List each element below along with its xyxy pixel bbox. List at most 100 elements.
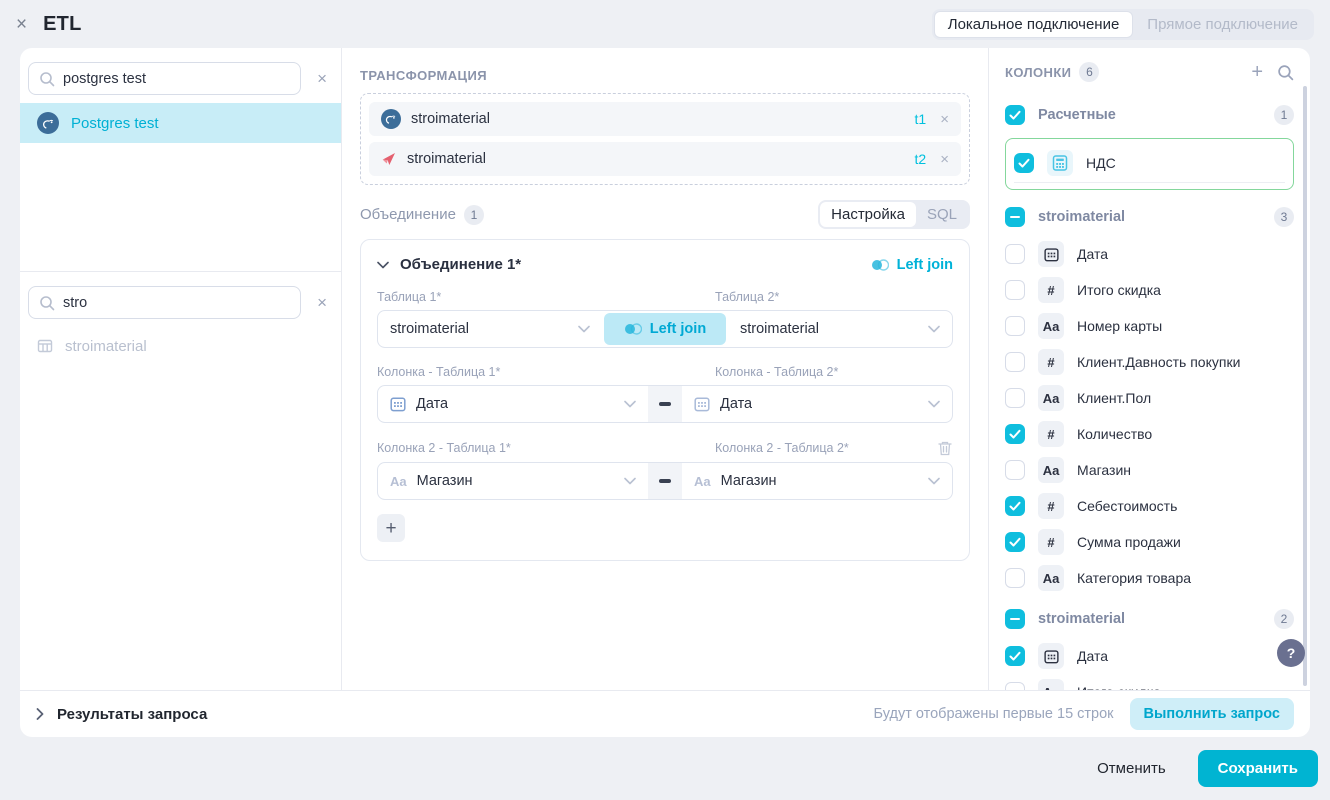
tab-direct-connection[interactable]: Прямое подключение	[1133, 11, 1312, 38]
column-checkbox-unchecked[interactable]	[1005, 244, 1025, 264]
transform-table-row-t1[interactable]: stroimaterial t1 ×	[369, 102, 961, 136]
clear-table-search-icon[interactable]: ×	[311, 293, 333, 313]
join-card-title: Объединение 1*	[400, 256, 521, 273]
tab-settings[interactable]: Настройка	[820, 202, 916, 227]
column-group-stroimaterial-2[interactable]: stroimaterial 2	[1005, 600, 1294, 638]
chevron-down-icon[interactable]	[377, 261, 389, 269]
column-checkbox-unchecked[interactable]	[1005, 352, 1025, 372]
string-type-icon: Aa	[1038, 313, 1064, 339]
cancel-button[interactable]: Отменить	[1097, 760, 1166, 777]
add-condition-button[interactable]: +	[377, 514, 405, 542]
column-checkbox-checked[interactable]	[1005, 646, 1025, 666]
column-checkbox-unchecked[interactable]	[1005, 568, 1025, 588]
run-query-button[interactable]: Выполнить запрос	[1130, 698, 1294, 730]
column-item[interactable]: # Сумма продажи	[1005, 524, 1294, 560]
column-item[interactable]: Aa Магазин	[1005, 452, 1294, 488]
group-label: Расчетные	[1038, 107, 1116, 123]
clear-connection-search-icon[interactable]: ×	[311, 69, 333, 89]
column-checkbox-unchecked[interactable]	[1005, 280, 1025, 300]
group-count-badge: 2	[1274, 609, 1294, 629]
column1-table2-select[interactable]: Дата	[682, 386, 952, 422]
table1-select[interactable]: stroimaterial	[378, 311, 602, 347]
column-label: НДС	[1086, 155, 1116, 171]
column-item[interactable]: # Себестоимость	[1005, 488, 1294, 524]
column-group-calculated[interactable]: Расчетные 1	[1005, 96, 1294, 134]
highlighted-column-box: НДС	[1005, 138, 1294, 190]
join-type-button-label: Left join	[650, 321, 706, 337]
column-group-stroimaterial-1[interactable]: stroimaterial 3	[1005, 198, 1294, 236]
chevron-down-icon	[624, 400, 636, 408]
column2-table2-select[interactable]: Aa Магазин	[682, 463, 952, 499]
column-label: Сумма продажи	[1077, 534, 1181, 550]
column-checkbox-checked[interactable]	[1014, 153, 1034, 173]
tab-local-connection[interactable]: Локальное подключение	[934, 11, 1134, 38]
column-label: Себестоимость	[1077, 498, 1177, 514]
number-type-icon: #	[1038, 529, 1064, 555]
column1-table1-label: Колонка - Таблица 1*	[377, 365, 715, 379]
remove-table-icon[interactable]: ×	[940, 111, 949, 128]
column-checkbox-checked[interactable]	[1005, 532, 1025, 552]
table-search-field[interactable]	[63, 295, 290, 311]
columns-scrollbar[interactable]	[1303, 86, 1307, 686]
column-item[interactable]: Aa Клиент.Пол	[1005, 380, 1294, 416]
column-label: Итого скидка	[1077, 282, 1161, 298]
group-label: stroimaterial	[1038, 209, 1125, 225]
chevron-down-icon	[578, 325, 590, 333]
calendar-icon	[390, 396, 406, 412]
table2-select[interactable]: stroimaterial	[728, 311, 952, 347]
search-columns-icon[interactable]	[1277, 64, 1294, 81]
column-item[interactable]: # Количество	[1005, 416, 1294, 452]
remove-table-icon[interactable]: ×	[940, 151, 949, 168]
close-icon[interactable]: ×	[16, 15, 27, 34]
column-item[interactable]: Aa Номер карты	[1005, 308, 1294, 344]
column-item[interactable]: Дата	[1005, 638, 1294, 674]
table-alias: t2	[915, 151, 927, 167]
join-type-link[interactable]: Left join	[871, 257, 953, 273]
group-checkbox-indeterminate[interactable]	[1005, 609, 1025, 629]
chevron-right-icon	[36, 708, 44, 720]
column-item-nds[interactable]: НДС	[1014, 143, 1285, 183]
delete-condition-icon[interactable]	[937, 440, 953, 456]
string-type-icon: Aa	[1038, 385, 1064, 411]
column-checkbox-checked[interactable]	[1005, 424, 1025, 444]
connection-mode-switch: Локальное подключение Прямое подключение	[932, 9, 1314, 40]
save-button[interactable]: Сохранить	[1198, 750, 1318, 787]
table-search-input[interactable]	[28, 286, 301, 319]
join-card: Объединение 1* Left join Таблица 1* Табл…	[360, 239, 970, 561]
calendar-icon	[1038, 241, 1064, 267]
column-item[interactable]: Aa Категория товара	[1005, 560, 1294, 596]
tables-join-row: stroimaterial Left join stroimaterial	[377, 310, 953, 348]
column-checkbox-unchecked[interactable]	[1005, 316, 1025, 336]
column1-table1-select[interactable]: Дата	[378, 386, 648, 422]
table2-value: stroimaterial	[740, 321, 819, 337]
group-checkbox-indeterminate[interactable]	[1005, 207, 1025, 227]
connection-search-field[interactable]	[63, 71, 290, 87]
add-column-icon[interactable]: +	[1251, 62, 1263, 82]
help-button[interactable]: ?	[1277, 639, 1305, 667]
connection-item-postgres[interactable]: Postgres test	[20, 103, 341, 143]
column-checkbox-checked[interactable]	[1005, 496, 1025, 516]
columns-panel: КОЛОНКИ 6 + Расчетные 1 НДС	[988, 48, 1310, 690]
column-checkbox-unchecked[interactable]	[1005, 388, 1025, 408]
column-item[interactable]: Дата	[1005, 236, 1294, 272]
tab-sql[interactable]: SQL	[916, 202, 968, 227]
table-item-label: stroimaterial	[65, 338, 147, 355]
transform-table-row-t2[interactable]: stroimaterial t2 ×	[369, 142, 961, 176]
connection-search-input[interactable]	[28, 62, 301, 95]
column-checkbox-unchecked[interactable]	[1005, 682, 1025, 690]
check-icon	[1018, 158, 1030, 168]
column1-table2-label: Колонка - Таблица 2*	[715, 365, 953, 379]
column-item[interactable]: Aa Итого скидка	[1005, 674, 1294, 690]
group-checkbox-checked[interactable]	[1005, 105, 1025, 125]
check-icon	[1009, 501, 1021, 511]
connection-item-label: Postgres test	[71, 115, 159, 132]
column2-table1-select[interactable]: Aa Магазин	[378, 463, 648, 499]
join-type-button[interactable]: Left join	[604, 313, 726, 345]
results-toggle[interactable]: Результаты запроса	[36, 706, 207, 723]
column-item[interactable]: # Клиент.Давность покупки	[1005, 344, 1294, 380]
table-item-stroimaterial[interactable]: stroimaterial	[20, 327, 341, 365]
column-label: Магазин	[1077, 462, 1131, 478]
column-checkbox-unchecked[interactable]	[1005, 460, 1025, 480]
join-type-label: Left join	[897, 257, 953, 273]
column-item[interactable]: # Итого скидка	[1005, 272, 1294, 308]
